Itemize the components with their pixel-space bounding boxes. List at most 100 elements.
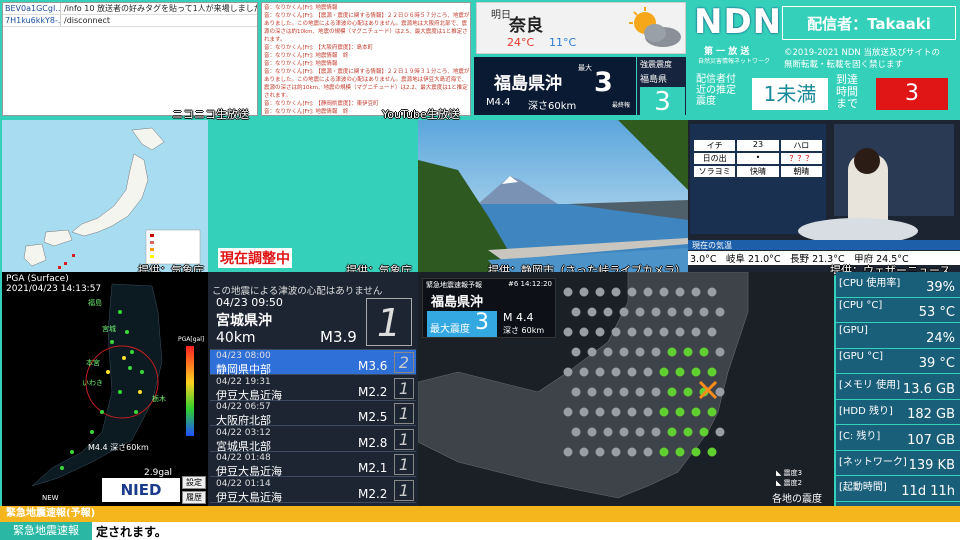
system-stat: [CPU 使用率] 39% (836, 272, 960, 298)
system-stat: [GPU °C] 39 °C (836, 349, 960, 374)
station-marker (587, 387, 597, 397)
station-marker (563, 327, 573, 337)
stat-label: [CPU °C] (839, 299, 883, 311)
station-marker (715, 387, 725, 397)
station-marker (619, 347, 629, 357)
board-cell: ハロ (780, 140, 822, 151)
history-button[interactable]: 履歴 (182, 491, 206, 504)
ticker-tag: 緊急地震速報 (0, 522, 92, 540)
eew-intensity: 3 (475, 310, 489, 335)
station-marker (635, 307, 645, 317)
system-stat: [ネットワーク] 139 KB (836, 451, 960, 476)
stat-label: [GPU] (839, 325, 868, 336)
history-region: 伊豆大島近海 (216, 490, 282, 504)
board-cell: イチ (694, 140, 736, 151)
station-marker (579, 447, 589, 457)
board-cell: 朝晴 (780, 166, 822, 177)
history-date: 04/22 03:12 (216, 427, 271, 438)
japan-map-graphic (2, 120, 208, 272)
legend-3: ◣ 震度3 (776, 469, 803, 477)
station-marker (643, 367, 653, 377)
latest-mag: M3.9 (320, 328, 357, 346)
stat-label: [HDD 残り] (839, 405, 893, 417)
eew-depth: 深さ 60km (503, 326, 545, 335)
station-marker (611, 327, 621, 337)
adjusting-panel: 現在調整中 (208, 120, 418, 272)
station-marker (611, 367, 621, 377)
station-marker (619, 307, 629, 317)
station-marker (675, 327, 685, 337)
history-row[interactable]: 04/23 08:00 静岡県中部 M3.6 2 (210, 350, 416, 376)
station-marker (715, 427, 725, 437)
history-mag: M2.2 (358, 486, 388, 501)
history-intensity: 1 (394, 428, 414, 450)
station-marker (667, 427, 677, 437)
eew-footer-label: 各地の震度 (772, 494, 822, 505)
chat-user[interactable]: BEV0a1GCgI... (3, 3, 61, 14)
station-marker (667, 307, 677, 317)
station-marker (683, 387, 693, 397)
board-cell: 日の出 (694, 153, 736, 164)
station-marker (651, 387, 661, 397)
station-marker (595, 407, 605, 417)
settings-button[interactable]: 設定 (182, 476, 206, 489)
chat-row: BEV0a1GCgI... /info 10 放送者の好みタグを貼って1人が来場… (3, 3, 257, 15)
pga-new: NEW (42, 494, 59, 502)
banner-intensity: 3 (594, 67, 613, 98)
pga-panel: PGA (Surface) 2021/04/23 14:13:57 PGA[ga… (2, 272, 208, 506)
stat-value: 53 °C (918, 305, 955, 320)
system-monitor: [CPU 使用率] 39% [CPU °C] 53 °C [GPU] 24% [GPU °C… (836, 272, 960, 506)
station-marker (603, 347, 613, 357)
japan-map (2, 120, 208, 272)
station-marker (611, 447, 621, 457)
ticker-bar: 緊急地震速報 定されます。 (0, 522, 960, 540)
history-row[interactable]: 04/22 01:48 伊豆大島近海 M2.1 1 (210, 452, 416, 478)
broadcaster: 配信者：Takaaki (782, 6, 956, 40)
latest-quake[interactable]: 04/23 09:50 宮城県沖 40km M3.9 1 (210, 294, 416, 350)
history-row[interactable]: 04/22 03:12 宮城県北部 M2.8 1 (210, 427, 416, 453)
station-marker (659, 447, 669, 457)
station-marker (635, 387, 645, 397)
stat-label: [GPU °C] (839, 350, 884, 362)
history-row[interactable]: 04/22 06:57 大阪府北部 M2.5 1 (210, 401, 416, 427)
chat-panel: BEV0a1GCgI... /info 10 放送者の好みタグを貼って1人が来場… (2, 2, 258, 116)
station-marker (595, 327, 605, 337)
pga-label: 本宮 (86, 359, 100, 367)
history-intensity: 2 (394, 352, 414, 373)
history-date: 04/22 01:14 (216, 478, 271, 489)
board-cell: • (737, 153, 779, 164)
station-marker (707, 327, 717, 337)
station-marker (627, 327, 637, 337)
station-marker (691, 327, 701, 337)
history-intensity: 1 (394, 403, 414, 424)
station-marker (571, 427, 581, 437)
tv-strip: 現在の気温 (688, 240, 960, 250)
station-marker (603, 307, 613, 317)
stat-value: 39% (926, 279, 955, 295)
pga-label: 福島 (88, 299, 102, 307)
history-mag: M2.1 (358, 461, 388, 475)
station-marker (715, 307, 725, 317)
history-intensity: 1 (394, 377, 414, 399)
station-marker (563, 287, 573, 297)
history-intensity: 1 (394, 479, 414, 501)
history-row[interactable]: 04/22 19:31 伊豆大島近海 M2.2 1 (210, 376, 416, 402)
history-intensity: 1 (394, 454, 414, 475)
history-row[interactable]: 04/22 01:14 伊豆大島近海 M2.2 1 (210, 478, 416, 504)
station-marker (683, 347, 693, 357)
station-marker (579, 407, 589, 417)
chat-user[interactable]: 7H1ku6kkY8-... (3, 15, 61, 26)
eew-map-panel: 緊急地震速報予報 #6 14:12:20 福島県沖 最大震度 3 M 4.4 深さ… (418, 272, 834, 506)
board-cell: 23 (737, 140, 779, 151)
yt-line: 音：なりかくん[Fr]: 地震情報 (264, 61, 338, 67)
partly-cloudy-icon (629, 7, 681, 47)
station-marker (563, 407, 573, 417)
station-marker (571, 347, 581, 357)
eew-alert-bar: 緊急地震速報(予報) (0, 506, 960, 522)
strong-value: 3 (640, 87, 685, 115)
ndn-header: NDN 第 一 放 送 自然災害情報ネットワーク 配信者：Takaaki ©20… (690, 0, 960, 118)
station-marker (563, 447, 573, 457)
latest-date: 04/23 09:50 (216, 296, 283, 309)
board-cell: 快晴 (737, 166, 779, 177)
station-marker (699, 347, 709, 357)
